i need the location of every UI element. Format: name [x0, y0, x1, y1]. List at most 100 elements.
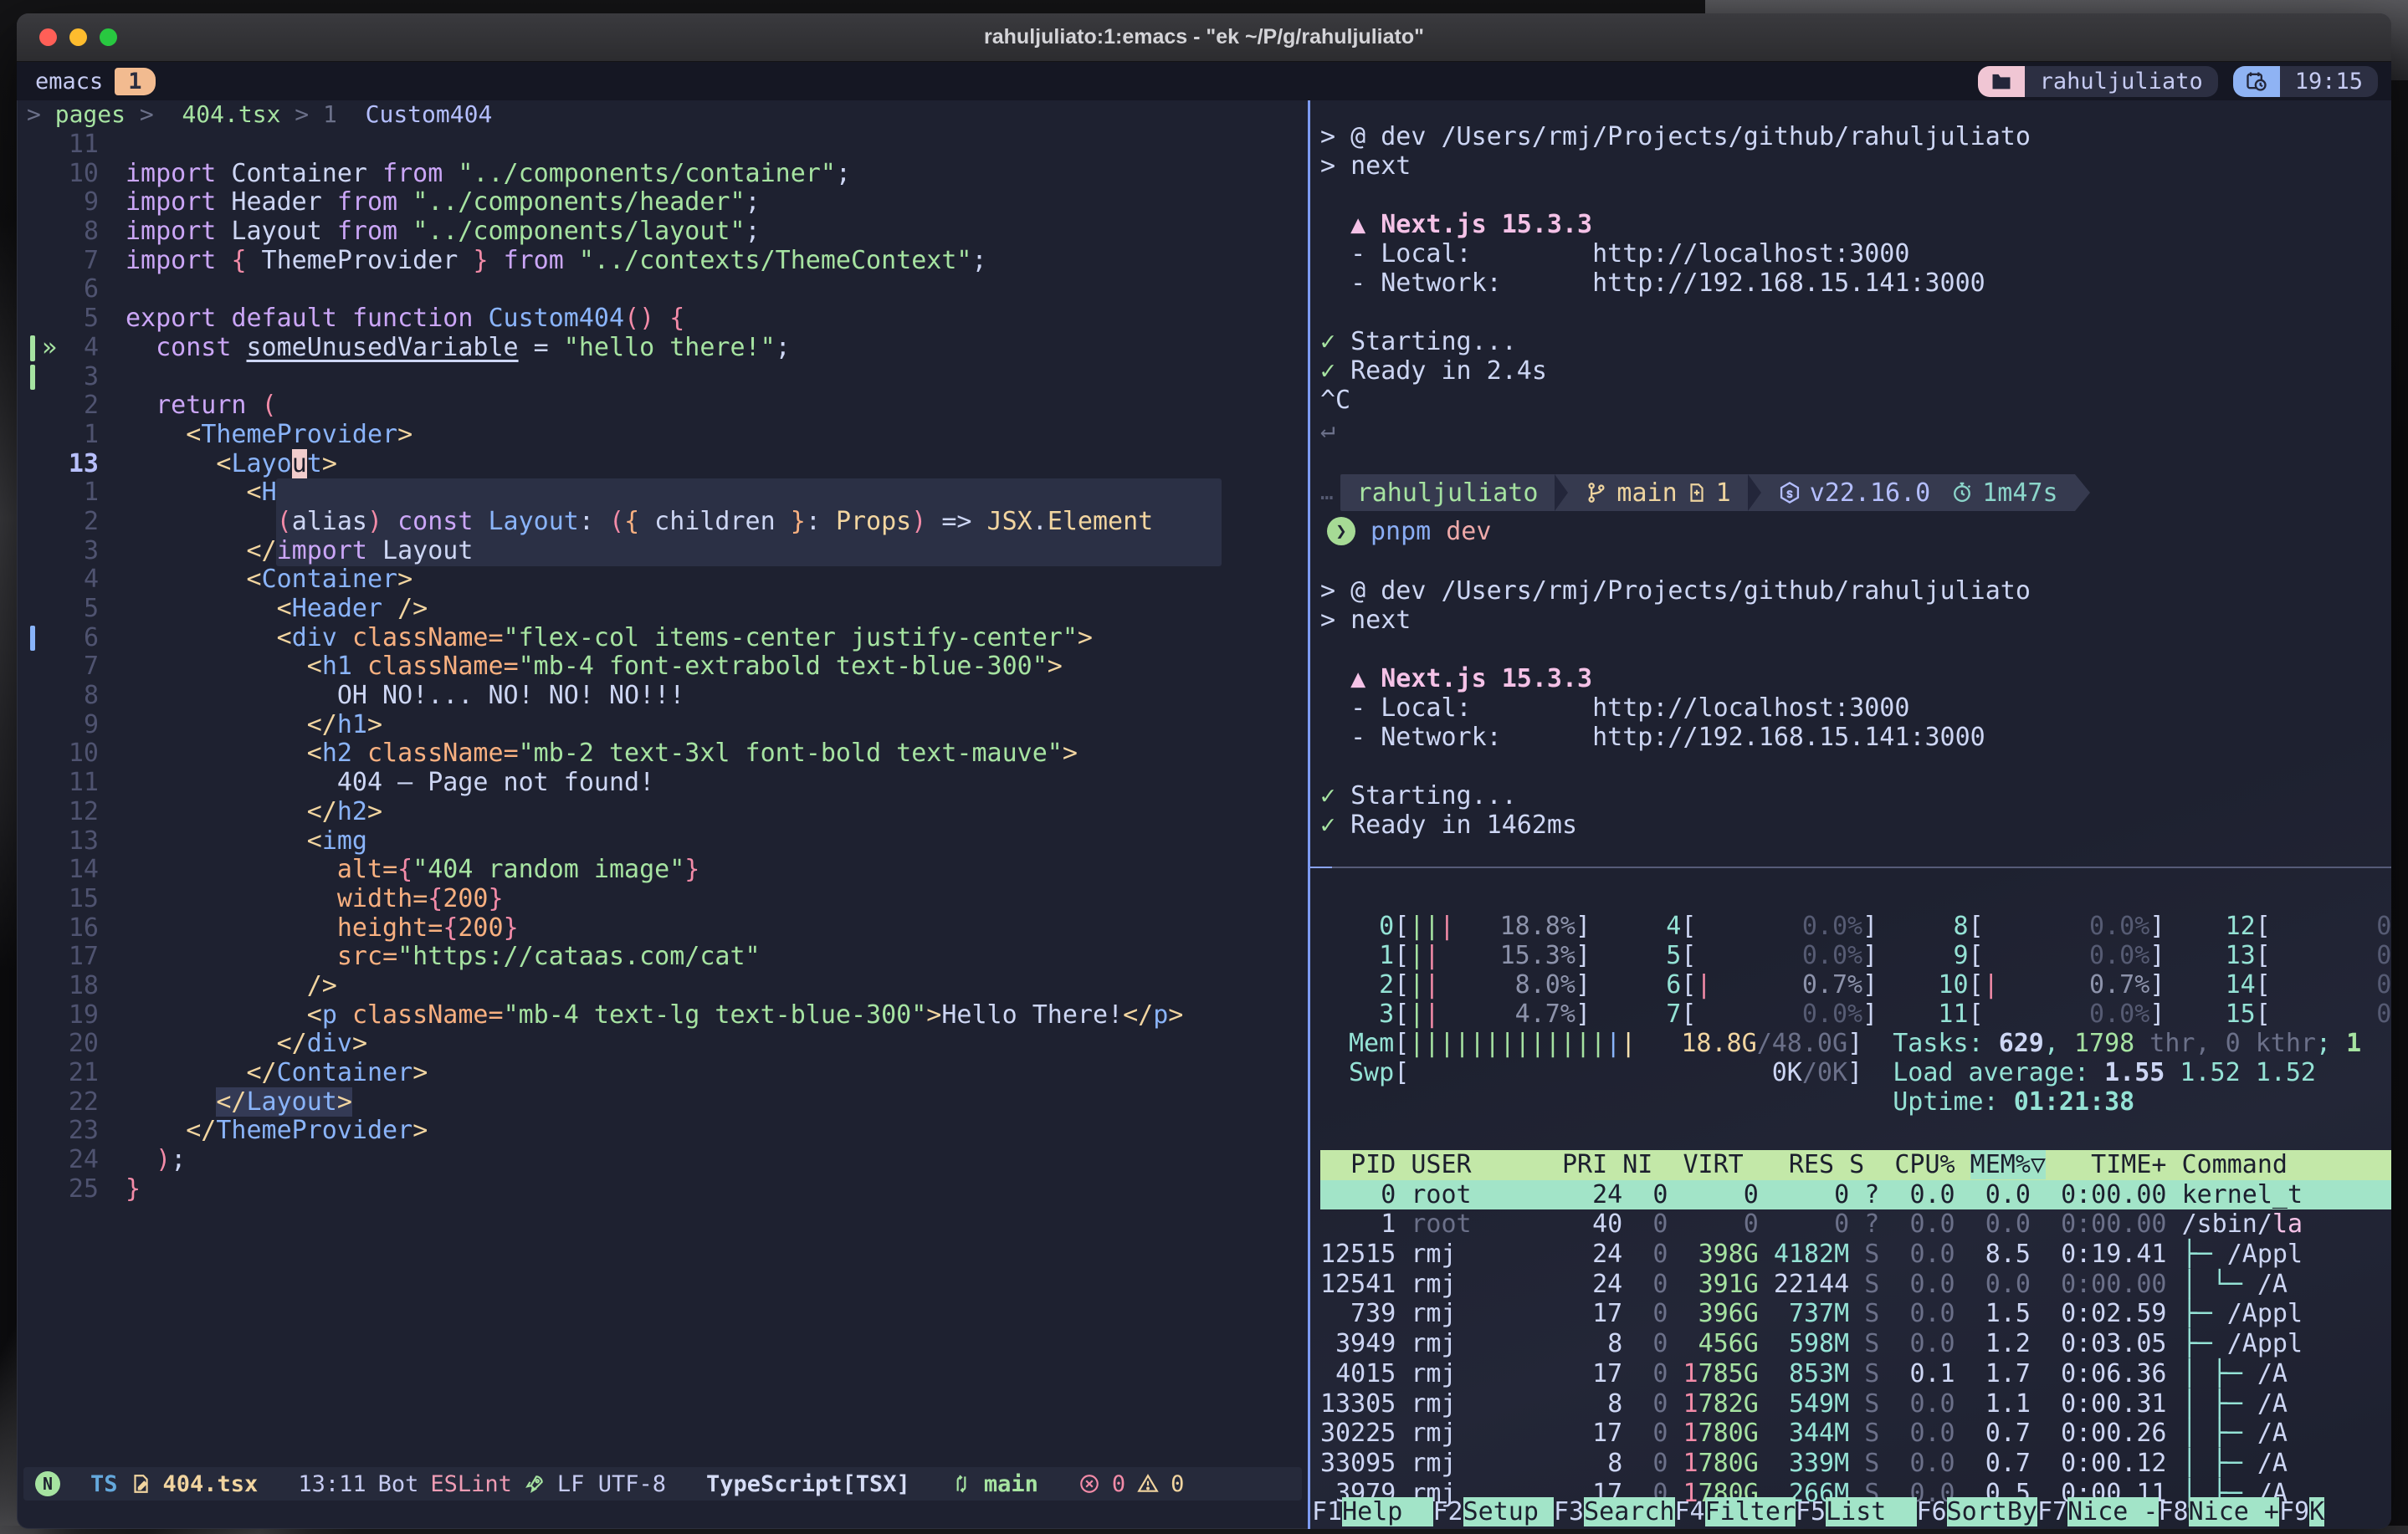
- fkey-action[interactable]: Help: [1342, 1497, 1432, 1526]
- emacs-pane[interactable]: > pages > 404.tsx > 1 Custom404 1110impo…: [17, 100, 1308, 1529]
- fkey-action[interactable]: Setup: [1463, 1497, 1554, 1526]
- prompt-powerline: rahuljuliatomain1v22.16.01m47s: [1340, 474, 2075, 511]
- code-line[interactable]: 14 alt={"404 random image"}: [17, 856, 1308, 885]
- code-line[interactable]: 19 <p className="mb-4 text-lg text-blue-…: [17, 1001, 1308, 1030]
- fkey-action[interactable]: SortBy: [1947, 1497, 2037, 1526]
- process-row[interactable]: 0 root 24 0 0 0 ? 0.0 0.0 0:00.00 kernel…: [1320, 1180, 2391, 1210]
- code-line[interactable]: 9import Header from "../components/heade…: [17, 188, 1308, 217]
- process-row[interactable]: 3949 rmj 8 0 456G 598M S 0.0 1.2 0:03.05…: [1320, 1329, 2391, 1359]
- line-number: 4: [17, 334, 99, 363]
- fkey-number[interactable]: F9: [2279, 1497, 2309, 1526]
- code-line[interactable]: »4 const someUnusedVariable = "hello the…: [17, 334, 1308, 363]
- code-line[interactable]: 1 <ThemeProvider>: [17, 421, 1308, 450]
- emacs-modeline: N TS 404.tsx 13:11 Bot ESLint LF UTF-8 T…: [23, 1467, 1302, 1501]
- code-line[interactable]: 11 404 – Page not found!: [17, 769, 1308, 798]
- typed-command[interactable]: ❯pnpmdev: [1320, 515, 2391, 547]
- terminal-line: - Local: http://localhost:3000: [1320, 693, 2391, 723]
- code-line[interactable]: 25}: [17, 1175, 1308, 1204]
- terminal-line: > next: [1320, 151, 2391, 181]
- terminal-line: ↵: [1320, 415, 2391, 444]
- code-editor[interactable]: 1110import Container from "../components…: [17, 130, 1308, 1204]
- process-row[interactable]: 30225 rmj 17 0 1780G 344M S 0.0 0.7 0:00…: [1320, 1419, 2391, 1449]
- process-row[interactable]: 13305 rmj 8 0 1782G 549M S 0.0 1.1 0:00.…: [1320, 1389, 2391, 1419]
- fkey-number[interactable]: F5: [1796, 1497, 1826, 1526]
- code-line[interactable]: 3: [17, 363, 1308, 392]
- modeline-git-branch[interactable]: main: [984, 1471, 1038, 1497]
- code-line[interactable]: 2 (alias) const Layout: ({ children }: P…: [17, 508, 1308, 537]
- cpu-meter-row: 3[|| 4.7%] 7[ 0.0%] 11[ 0.0%] 15[ 0.0%]: [1349, 1000, 2391, 1029]
- code-line[interactable]: 11: [17, 130, 1308, 160]
- htop-function-keys[interactable]: F1Help F2Setup F3SearchF4FilterF5List F6…: [1312, 1497, 2324, 1527]
- process-row[interactable]: 12515 rmj 24 0 398G 4182M S 0.0 8.5 0:19…: [1320, 1240, 2391, 1270]
- prompt-node-version: v22.16.0: [1761, 474, 1948, 511]
- line-number: 13: [17, 827, 99, 856]
- breadcrumb[interactable]: > pages > 404.tsx > 1 Custom404: [27, 100, 492, 127]
- process-row[interactable]: 12541 rmj 24 0 391G 22144 S 0.0 0.0 0:00…: [1320, 1270, 2391, 1300]
- code-line[interactable]: 12 </h2>: [17, 798, 1308, 827]
- code-line[interactable]: 24 );: [17, 1146, 1308, 1175]
- modeline-major-mode[interactable]: TypeScript[TSX]: [706, 1471, 910, 1497]
- code-line[interactable]: 5export default function Custom404() {: [17, 304, 1308, 334]
- code-line[interactable]: 10import Container from "../components/c…: [17, 160, 1308, 189]
- dev-server-terminal[interactable]: > @ dev /Users/rmj/Projects/github/rahul…: [1320, 122, 2391, 840]
- tmux-session-name[interactable]: emacs: [35, 69, 103, 95]
- git-sync-icon: [950, 1473, 972, 1495]
- code-line[interactable]: 6: [17, 275, 1308, 304]
- fkey-action[interactable]: Search: [1584, 1497, 1674, 1526]
- tmux-window-index[interactable]: 1: [115, 68, 155, 95]
- line-number: 9: [17, 188, 99, 217]
- tmux-hostname: rahuljuliato: [2025, 66, 2218, 97]
- code-line[interactable]: 7 <h1 className="mb-4 font-extrabold tex…: [17, 652, 1308, 682]
- line-number: 13: [17, 450, 99, 479]
- code-line[interactable]: 13 <Layout>: [17, 450, 1308, 479]
- fkey-action[interactable]: List: [1826, 1497, 1916, 1526]
- terminal-line: ✓ Ready in 1462ms: [1320, 810, 2391, 840]
- line-number: 3: [17, 537, 99, 566]
- fkey-number[interactable]: F4: [1675, 1497, 1705, 1526]
- code-line[interactable]: 8 OH NO!... NO! NO! NO!!!: [17, 682, 1308, 711]
- process-row[interactable]: 33095 rmj 8 0 1780G 339M S 0.0 0.7 0:00.…: [1320, 1449, 2391, 1479]
- code-line[interactable]: 15 width={200}: [17, 885, 1308, 914]
- tmux-pane-divider-horizontal[interactable]: [1310, 867, 2391, 868]
- process-row[interactable]: 4015 rmj 17 0 1785G 853M S 0.1 1.7 0:06.…: [1320, 1359, 2391, 1389]
- code-line[interactable]: 6 <div className="flex-col items-center …: [17, 624, 1308, 653]
- fkey-number[interactable]: F3: [1554, 1497, 1584, 1526]
- code-line[interactable]: 21 </Container>: [17, 1059, 1308, 1088]
- fkey-number[interactable]: F1: [1312, 1497, 1342, 1526]
- fkey-action[interactable]: K: [2309, 1497, 2324, 1526]
- code-line[interactable]: 20 </div>: [17, 1030, 1308, 1059]
- process-row[interactable]: 1 root 40 0 0 0 ? 0.0 0.0 0:00.00 /sbin/…: [1320, 1209, 2391, 1240]
- code-line[interactable]: 10 <h2 className="mb-2 text-3xl font-bol…: [17, 739, 1308, 769]
- fkey-number[interactable]: F2: [1433, 1497, 1463, 1526]
- fkey-action[interactable]: Filter: [1705, 1497, 1796, 1526]
- htop-process-table[interactable]: PID USER PRI NI VIRT RES S CPU% MEM%▽ TI…: [1320, 1150, 2391, 1508]
- fkey-number[interactable]: F8: [2159, 1497, 2189, 1526]
- fkey-action[interactable]: Nice +: [2189, 1497, 2279, 1526]
- uptime-line: Uptime: 01:21:38: [1349, 1087, 2391, 1117]
- code-line[interactable]: 2 return (: [17, 391, 1308, 421]
- process-row[interactable]: 739 rmj 17 0 396G 737M S 0.0 1.5 0:02.59…: [1320, 1299, 2391, 1329]
- memory-meter: Mem[||||||||||||||| 18.8G/48.0G] Tasks: …: [1349, 1029, 2391, 1058]
- code-line[interactable]: 9 </h1>: [17, 711, 1308, 740]
- code-line[interactable]: 22 </Layout>: [17, 1088, 1308, 1117]
- process-table-header[interactable]: PID USER PRI NI VIRT RES S CPU% MEM%▽ TI…: [1320, 1150, 2391, 1180]
- fkey-number[interactable]: F7: [2037, 1497, 2067, 1526]
- code-line[interactable]: 23 </ThemeProvider>: [17, 1117, 1308, 1146]
- code-line[interactable]: 16 height={200}: [17, 914, 1308, 943]
- code-line[interactable]: 4 <Container>: [17, 565, 1308, 595]
- window-titlebar[interactable]: rahuljuliato:1:emacs - "ek ~/P/g/rahulju…: [17, 13, 2391, 62]
- code-line[interactable]: 8import Layout from "../components/layou…: [17, 217, 1308, 247]
- code-line[interactable]: 18 />: [17, 972, 1308, 1001]
- code-line[interactable]: 13 <img: [17, 827, 1308, 856]
- tmux-host-pill: rahuljuliato: [1978, 66, 2218, 97]
- modeline-error-count[interactable]: 0: [1112, 1471, 1125, 1497]
- code-line[interactable]: 7import { ThemeProvider } from "../conte…: [17, 247, 1308, 276]
- fkey-action[interactable]: Nice -: [2067, 1497, 2158, 1526]
- modeline-filename[interactable]: 404.tsx: [163, 1471, 259, 1497]
- fkey-number[interactable]: F6: [1917, 1497, 1947, 1526]
- modeline-warning-count[interactable]: 0: [1171, 1471, 1184, 1497]
- code-line[interactable]: 5 <Header />: [17, 595, 1308, 624]
- modeline-linter[interactable]: ESLint: [430, 1471, 512, 1497]
- line-number: 16: [17, 914, 99, 943]
- code-line[interactable]: 17 src="https://cataas.com/cat": [17, 943, 1308, 972]
